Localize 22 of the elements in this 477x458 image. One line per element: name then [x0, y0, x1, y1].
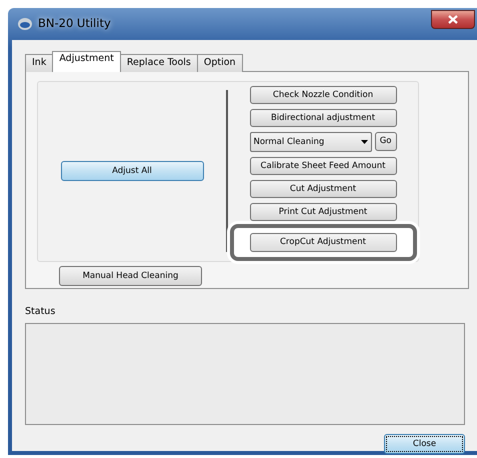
close-button[interactable]: Close — [384, 434, 465, 454]
close-icon — [448, 15, 458, 24]
tab[interactable]: Option — [196, 54, 243, 72]
action-button[interactable]: Print Cut Adjustment — [250, 203, 396, 221]
tab[interactable]: Adjustment — [52, 51, 121, 72]
dropdown-arrow-icon — [360, 140, 368, 144]
adjust-button[interactable]: Adjust All — [60, 161, 204, 181]
status-label: Status — [25, 305, 56, 319]
cleaning-dropdown[interactable]: Normal Cleaning — [250, 132, 372, 152]
app-icon — [18, 18, 32, 30]
action-button[interactable]: Bidirectional adjustment — [250, 109, 396, 127]
dropdown-value: Normal Cleaning — [254, 136, 324, 148]
close-window-button[interactable] — [431, 10, 475, 29]
action-button[interactable]: CropCut Adjustment — [250, 233, 396, 252]
go-button[interactable]: Go — [374, 132, 396, 151]
tab[interactable]: Ink — [25, 54, 54, 72]
action-button[interactable]: Cut Adjustment — [250, 180, 396, 198]
tab[interactable]: Replace Tools — [120, 54, 198, 72]
action-button[interactable]: Calibrate Sheet Feed Amount — [250, 157, 396, 175]
action-button[interactable]: Check Nozzle Condition — [250, 86, 396, 104]
manual-head-cleaning-button[interactable]: Manual Head Cleaning — [59, 266, 202, 286]
window-title: BN-20 Utility — [38, 15, 111, 32]
